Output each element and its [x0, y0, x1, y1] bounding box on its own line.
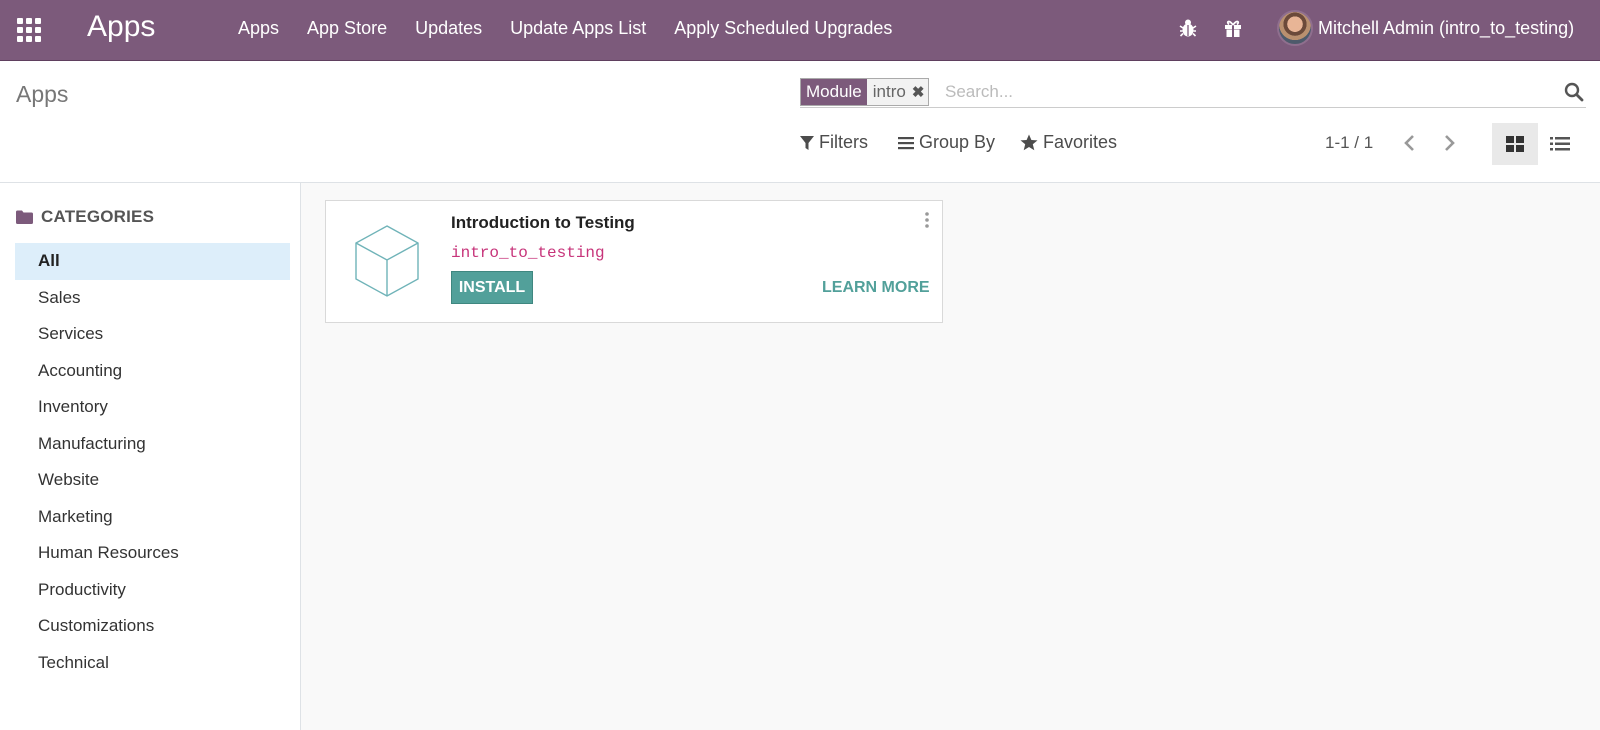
chevron-left-icon[interactable] — [1402, 133, 1418, 153]
category-sales[interactable]: Sales — [15, 280, 290, 317]
category-productivity[interactable]: Productivity — [15, 572, 290, 609]
category-manufacturing[interactable]: Manufacturing — [15, 426, 290, 463]
breadcrumb: Apps — [16, 81, 69, 107]
star-icon — [1020, 134, 1038, 151]
list-icon — [1550, 137, 1570, 151]
learn-more-link[interactable]: LEARN MORE — [822, 279, 930, 297]
avatar[interactable] — [1277, 10, 1313, 46]
menu-item-apply-scheduled-upgrades[interactable]: Apply Scheduled Upgrades — [674, 18, 892, 39]
category-services[interactable]: Services — [15, 316, 290, 353]
module-title: Introduction to Testing — [451, 213, 635, 232]
facet-value-wrap: intro ✖ — [866, 79, 929, 105]
menu-item-update-apps-list[interactable]: Update Apps List — [510, 18, 646, 39]
more-options-icon[interactable] — [922, 211, 932, 229]
list-view-button[interactable] — [1537, 123, 1583, 165]
category-list: All Sales Services Accounting Inventory … — [15, 243, 290, 681]
category-inventory[interactable]: Inventory — [15, 389, 290, 426]
chevron-right-icon[interactable] — [1441, 133, 1457, 153]
kanban-view-button[interactable] — [1492, 123, 1538, 165]
app-brand[interactable]: Apps — [87, 10, 155, 44]
favorites-label: Favorites — [1043, 132, 1118, 152]
category-technical[interactable]: Technical — [15, 645, 290, 682]
category-customizations[interactable]: Customizations — [15, 608, 290, 645]
bug-icon[interactable] — [1178, 17, 1198, 39]
group-by-label: Group By — [919, 132, 996, 152]
list-bars-icon — [898, 136, 914, 149]
module-card[interactable]: Introduction to Testing intro_to_testing… — [325, 200, 943, 323]
folder-icon — [16, 210, 33, 224]
gift-icon[interactable] — [1223, 17, 1243, 39]
categories-header: CATEGORIES — [16, 207, 154, 227]
group-by-button[interactable]: Group By — [898, 132, 995, 153]
user-menu[interactable]: Mitchell Admin (intro_to_testing) — [1318, 18, 1574, 39]
facet-label: Module — [801, 79, 867, 105]
menu-item-apps[interactable]: Apps — [238, 18, 279, 39]
search-icon[interactable] — [1564, 81, 1584, 103]
facet-value: intro — [872, 82, 906, 101]
module-cube-icon — [355, 225, 419, 297]
module-technical-name: intro_to_testing — [451, 244, 605, 262]
install-button[interactable]: INSTALL — [451, 271, 533, 304]
main-menu: Apps App Store Updates Update Apps List … — [238, 18, 920, 39]
search-input[interactable] — [945, 80, 1545, 104]
menu-item-updates[interactable]: Updates — [415, 18, 482, 39]
filters-button[interactable]: Filters — [800, 132, 868, 153]
control-panel: Apps Module intro ✖ Filters Group By Fav… — [0, 61, 1600, 183]
search-facet: Module intro ✖ — [800, 78, 930, 106]
filter-icon — [800, 135, 814, 150]
category-human-resources[interactable]: Human Resources — [15, 535, 290, 572]
apps-grid-icon[interactable] — [15, 16, 41, 42]
kanban-grid-icon — [1506, 136, 1524, 152]
category-accounting[interactable]: Accounting — [15, 353, 290, 390]
category-all[interactable]: All — [15, 243, 290, 280]
category-marketing[interactable]: Marketing — [15, 499, 290, 536]
top-navbar: Apps Apps App Store Updates Update Apps … — [0, 0, 1600, 61]
category-website[interactable]: Website — [15, 462, 290, 499]
search-bar: Module intro ✖ — [800, 78, 1586, 108]
pager-value[interactable]: 1-1 / 1 — [1325, 133, 1373, 153]
categories-sidebar: CATEGORIES All Sales Services Accounting… — [0, 183, 301, 730]
favorites-button[interactable]: Favorites — [1020, 132, 1117, 153]
categories-title: CATEGORIES — [41, 207, 155, 226]
menu-item-app-store[interactable]: App Store — [307, 18, 387, 39]
facet-remove-icon[interactable]: ✖ — [912, 83, 925, 101]
filters-label: Filters — [819, 132, 868, 152]
